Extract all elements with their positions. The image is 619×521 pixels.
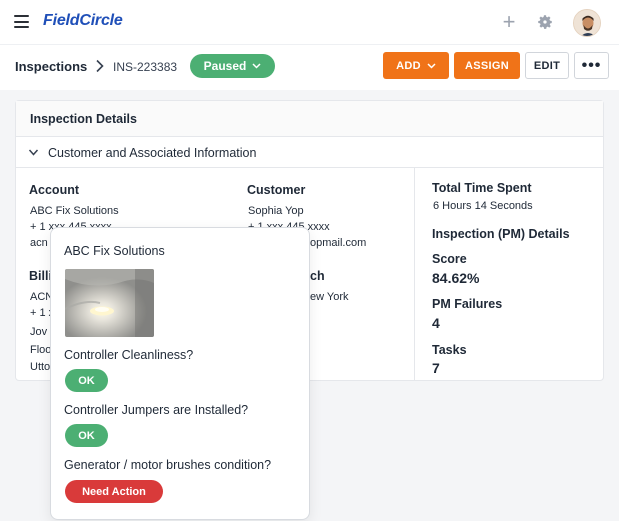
- gear-icon[interactable]: [536, 13, 554, 31]
- billing-line: Utto: [30, 361, 51, 373]
- inspection-photo[interactable]: [65, 269, 154, 337]
- account-label: Account: [29, 183, 79, 197]
- time-spent-value: 6 Hours 14 Seconds: [433, 200, 533, 212]
- chevron-down-icon: [28, 149, 39, 156]
- billing-label: Billi: [29, 269, 52, 283]
- time-spent-label: Total Time Spent: [432, 181, 532, 195]
- top-bar: FieldCircle +: [0, 0, 619, 45]
- result-need-action-badge: Need Action: [65, 480, 163, 503]
- tasks-label: Tasks: [432, 343, 467, 357]
- score-label: Score: [432, 252, 467, 266]
- customer-email[interactable]: opmail.com: [310, 237, 366, 249]
- pm-failures-value: 4: [432, 315, 440, 331]
- inspection-popover: ABC Fix Solutions Controller Cleanliness…: [50, 227, 310, 520]
- breadcrumb-inspections[interactable]: Inspections: [15, 59, 87, 74]
- more-button[interactable]: •••: [574, 52, 609, 79]
- chevron-down-icon: [252, 63, 261, 69]
- inspection-id: INS-223383: [113, 60, 178, 74]
- checklist-question: Controller Cleanliness?: [64, 348, 194, 362]
- app-logo[interactable]: FieldCircle: [43, 12, 123, 30]
- tasks-value: 7: [432, 360, 440, 376]
- plus-icon[interactable]: +: [500, 11, 518, 33]
- customer-label: Customer: [247, 183, 306, 197]
- checklist-question: Controller Jumpers are Installed?: [64, 403, 249, 417]
- card-title: Inspection Details: [30, 112, 137, 126]
- account-email[interactable]: acn: [30, 237, 48, 249]
- menu-icon[interactable]: [14, 15, 29, 28]
- add-button[interactable]: ADD: [383, 52, 449, 79]
- checklist-question: Generator / motor brushes condition?: [64, 458, 272, 472]
- add-button-label: ADD: [396, 59, 421, 72]
- avatar[interactable]: [573, 9, 601, 37]
- column-divider: [414, 168, 415, 381]
- account-name: ABC Fix Solutions: [30, 205, 119, 217]
- result-ok-badge: OK: [65, 424, 108, 447]
- section-title: Customer and Associated Information: [48, 146, 257, 160]
- billing-line: Floo: [30, 344, 52, 356]
- branch-value: ew York: [310, 291, 349, 303]
- pm-details-title: Inspection (PM) Details: [432, 227, 570, 241]
- section-toggle[interactable]: Customer and Associated Information: [16, 137, 603, 168]
- assign-button[interactable]: ASSIGN: [454, 52, 520, 79]
- popover-title: ABC Fix Solutions: [64, 244, 165, 258]
- customer-name: Sophia Yop: [248, 205, 304, 217]
- score-value: 84.62%: [432, 270, 480, 286]
- result-ok-badge: OK: [65, 369, 108, 392]
- chevron-down-icon: [427, 62, 436, 69]
- billing-line: Jov: [30, 326, 48, 338]
- chevron-right-icon: [96, 59, 104, 73]
- card-header: Inspection Details: [16, 101, 603, 137]
- pm-failures-label: PM Failures: [432, 297, 503, 311]
- branch-label: ch: [310, 269, 325, 283]
- edit-button[interactable]: EDIT: [525, 52, 569, 79]
- status-label: Paused: [203, 59, 247, 73]
- status-dropdown[interactable]: Paused: [190, 54, 275, 78]
